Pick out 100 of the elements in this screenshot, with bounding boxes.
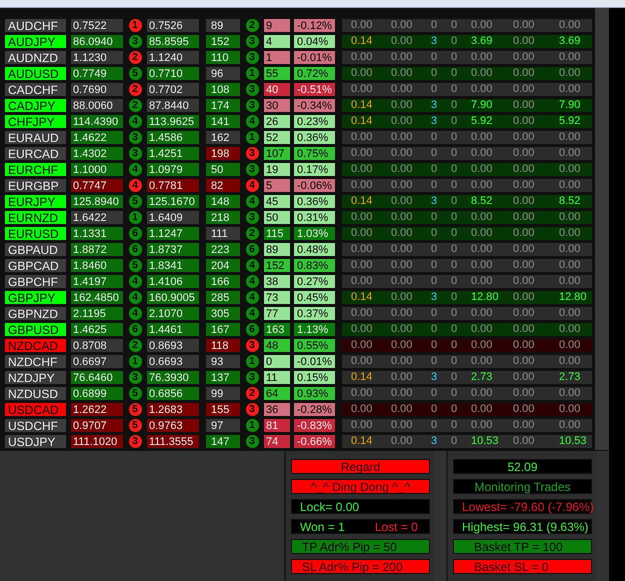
symbol-button[interactable]: EURCHF xyxy=(4,162,67,177)
trade-cell-text: 0.14 xyxy=(351,99,374,112)
trade-cell-text: 0 xyxy=(430,147,438,160)
signal-badge: 4 xyxy=(128,115,142,128)
count-cell: 30 xyxy=(263,98,291,113)
symbol-button[interactable]: AUDCHF xyxy=(4,18,67,33)
trade-cell-text: 0.00 xyxy=(391,275,414,288)
alert-button[interactable]: Regard xyxy=(291,459,430,474)
trade-cell-text: 0.00 xyxy=(471,179,494,192)
symbol-button[interactable]: CHFJPY xyxy=(4,114,67,129)
trade-cell-text: 0.00 xyxy=(391,259,414,272)
signal-badge: 5 xyxy=(128,259,142,272)
symbol-button[interactable]: GBPNZD xyxy=(4,306,67,321)
bid-cell: 0.7747 xyxy=(70,178,124,193)
trade-cell-text: 0.00 xyxy=(391,435,414,448)
trade-cell-text: 0.00 xyxy=(559,179,582,192)
trade-cell-text: 0 xyxy=(450,275,458,288)
signal-badge: 4 xyxy=(246,275,258,288)
symbol-button[interactable]: GBPJPY xyxy=(4,290,67,305)
symbol-button[interactable]: AUDUSD xyxy=(4,66,67,81)
trade-cell-text: 0.00 xyxy=(513,435,536,448)
pips-cell: 174 xyxy=(205,98,241,113)
ask-cell: 0.7781 xyxy=(146,178,200,193)
trade-cell-text: 0 xyxy=(450,435,458,448)
signal-badge: 4 xyxy=(246,291,258,304)
trade-cell-text: 0.00 xyxy=(391,35,414,48)
symbol-button[interactable]: EURUSD xyxy=(4,226,67,241)
symbol-button[interactable]: GBPAUD xyxy=(4,242,67,257)
setting-label: TP Adr% Pip = 50 xyxy=(291,539,430,554)
trade-cell-text: 0.00 xyxy=(559,323,582,336)
pips-cell: 223 xyxy=(205,242,241,257)
symbol-button[interactable]: NZDCAD xyxy=(4,338,67,353)
symbol-button[interactable]: GBPCAD xyxy=(4,258,67,273)
count-cell: 74 xyxy=(263,434,291,449)
trade-cell-text: 3 xyxy=(430,435,438,448)
trade-cell-text: 0.00 xyxy=(391,51,414,64)
symbol-button[interactable]: AUDJPY xyxy=(4,34,67,49)
trade-cell-text: 0.00 xyxy=(351,419,374,432)
trade-cell-text: 0.00 xyxy=(559,147,582,160)
signal-badge: 1 xyxy=(246,355,258,368)
signal-badge: 5 xyxy=(128,195,142,208)
trade-cell-text: 8.52 xyxy=(559,195,582,208)
percent-cell: -0.01% xyxy=(293,354,336,369)
symbol-button[interactable]: CADCHF xyxy=(4,82,67,97)
trade-cell-text: 0.00 xyxy=(351,307,374,320)
trade-cell-text: 2.73 xyxy=(471,371,494,384)
signal-badge: 4 xyxy=(246,307,258,320)
symbol-button[interactable]: USDCAD xyxy=(4,402,67,417)
trade-cell-text: 0.00 xyxy=(351,355,374,368)
bid-cell: 1.4197 xyxy=(70,274,124,289)
pips-cell: 50 xyxy=(205,162,241,177)
symbol-button[interactable]: USDCHF xyxy=(4,418,67,433)
trade-cell-text: 0.00 xyxy=(513,259,536,272)
trade-cell-text: 0.00 xyxy=(513,275,536,288)
symbol-button[interactable]: EURNZD xyxy=(4,210,67,225)
trade-cell-text: 0.00 xyxy=(391,195,414,208)
scrollbar[interactable] xyxy=(595,8,609,450)
count-cell: 81 xyxy=(263,418,291,433)
symbol-button[interactable]: AUDNZD xyxy=(4,50,67,65)
symbol-button[interactable]: GBPCHF xyxy=(4,274,67,289)
trade-cell-text: 12.80 xyxy=(559,291,588,304)
bid-cell: 1.8872 xyxy=(70,242,124,257)
trade-cell-text: 0 xyxy=(430,403,438,416)
signal-badge: 4 xyxy=(128,163,142,176)
percent-cell: 0.17% xyxy=(293,162,336,177)
pips-cell: 118 xyxy=(205,338,241,353)
symbol-button[interactable]: NZDJPY xyxy=(4,370,67,385)
symbol-button[interactable]: USDJPY xyxy=(4,434,67,449)
trade-cell-text: 0 xyxy=(450,35,458,48)
trade-cell-text: 0.00 xyxy=(351,179,374,192)
trade-cell-text: 0.00 xyxy=(559,83,582,96)
count-cell: 26 xyxy=(263,114,291,129)
symbol-button[interactable]: EURJPY xyxy=(4,194,67,209)
trade-cell-text: 0.00 xyxy=(391,211,414,224)
trade-cell-text: 0.00 xyxy=(351,227,374,240)
trade-cell-text: 0.00 xyxy=(513,83,536,96)
symbol-button[interactable]: EURCAD xyxy=(4,146,67,161)
trade-cell-text: 0.00 xyxy=(471,67,494,80)
percent-cell: -0.83% xyxy=(293,418,336,433)
won-count: Won = 1 xyxy=(300,520,345,533)
bid-cell: 125.8940 xyxy=(70,194,124,209)
pips-cell: 198 xyxy=(205,146,241,161)
symbol-button[interactable]: EURGBP xyxy=(4,178,67,193)
ask-cell: 0.6693 xyxy=(146,354,200,369)
trade-cell-text: 0 xyxy=(450,179,458,192)
pips-cell: 137 xyxy=(205,370,241,385)
signal-badge: 6 xyxy=(128,323,142,336)
symbol-button[interactable]: EURAUD xyxy=(4,130,67,145)
symbol-button[interactable]: GBPUSD xyxy=(4,322,67,337)
symbol-button[interactable]: CADJPY xyxy=(4,98,67,113)
trade-cell-text: 0.00 xyxy=(559,227,582,240)
trade-cell-text: 0.00 xyxy=(513,323,536,336)
signal-badge: 3 xyxy=(246,51,258,64)
trade-cell-text: 0.00 xyxy=(391,387,414,400)
symbol-button[interactable]: NZDCHF xyxy=(4,354,67,369)
symbol-button[interactable]: NZDUSD xyxy=(4,386,67,401)
signal-badge: 4 xyxy=(128,275,142,288)
alert-button[interactable]: ^_^ Ding Dong ^_^ xyxy=(291,479,430,494)
count-cell: 163 xyxy=(263,322,291,337)
trade-cell-text: 0.00 xyxy=(513,355,536,368)
